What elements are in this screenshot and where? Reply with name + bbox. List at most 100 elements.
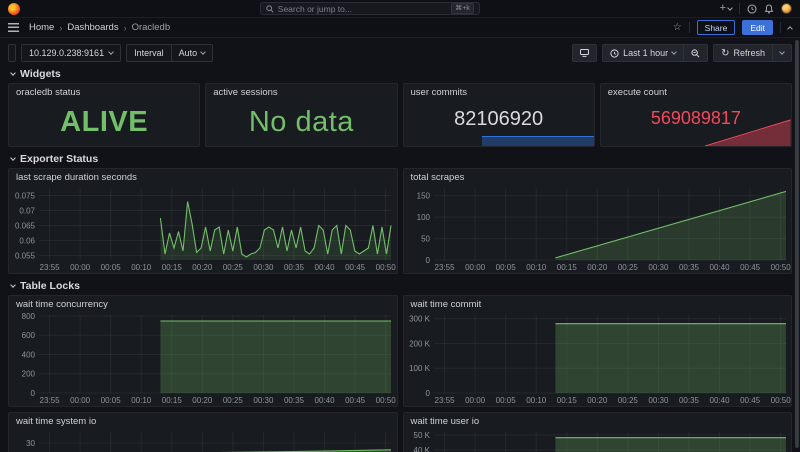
panel-title[interactable]: active sessions: [206, 84, 396, 98]
svg-text:00:05: 00:05: [101, 263, 122, 272]
search-placeholder: Search or jump to...: [278, 4, 447, 14]
chevron-down-icon: [200, 49, 206, 55]
stat-value: 82106920: [454, 108, 543, 131]
svg-text:00:25: 00:25: [617, 263, 638, 272]
panel-title[interactable]: user commits: [404, 84, 594, 98]
timeseries-chart[interactable]: 23:5500:0000:0500:1000:1500:2000:2500:30…: [404, 310, 792, 407]
svg-text:00:30: 00:30: [648, 263, 669, 272]
refresh-interval-dropdown[interactable]: [772, 45, 791, 61]
svg-text:00:45: 00:45: [345, 396, 366, 405]
svg-text:0.075: 0.075: [15, 192, 36, 201]
timeseries-chart[interactable]: 23:5500:0000:0500:1000:1500:2000:2500:30…: [404, 183, 792, 274]
svg-text:0.07: 0.07: [19, 207, 35, 216]
timeseries-chart[interactable]: 23:5500:0000:0500:1000:1500:2000:2500:30…: [9, 183, 397, 274]
section-header-table-locks[interactable]: Table Locks: [8, 279, 792, 292]
panel-title[interactable]: wait time commit: [404, 296, 792, 310]
chevron-down-icon: [671, 49, 677, 55]
svg-text:00:50: 00:50: [376, 263, 397, 272]
svg-text:600: 600: [22, 331, 36, 340]
svg-text:00:10: 00:10: [131, 396, 152, 405]
svg-text:00:10: 00:10: [526, 396, 547, 405]
svg-text:00:15: 00:15: [556, 263, 577, 272]
svg-text:00:20: 00:20: [192, 396, 213, 405]
panel-last-scrape-duration: last scrape duration seconds 23:5500:000…: [8, 168, 398, 274]
panel-title[interactable]: wait time user io: [404, 413, 792, 427]
svg-text:23:55: 23:55: [434, 396, 455, 405]
page-scrollbar[interactable]: [795, 40, 799, 448]
panel-total-scrapes: total scrapes 23:5500:0000:0500:1000:150…: [403, 168, 793, 274]
panel-title[interactable]: wait time concurrency: [9, 296, 397, 310]
time-range-picker[interactable]: Last 1 hour: [603, 45, 683, 61]
svg-text:0.065: 0.065: [15, 222, 36, 231]
svg-text:00:40: 00:40: [709, 263, 730, 272]
favorite-star-icon[interactable]: ☆: [673, 22, 682, 33]
edit-button[interactable]: Edit: [742, 20, 773, 35]
grafana-logo-icon[interactable]: [8, 3, 20, 15]
svg-text:00:05: 00:05: [495, 396, 516, 405]
svg-text:00:20: 00:20: [587, 396, 608, 405]
svg-text:23:55: 23:55: [434, 263, 455, 272]
svg-text:00:00: 00:00: [465, 396, 486, 405]
svg-text:0: 0: [31, 389, 36, 398]
breadcrumb: Home › Dashboards › Oracledb: [29, 22, 170, 33]
time-range-label: Last 1 hour: [623, 48, 668, 58]
user-avatar[interactable]: [781, 3, 792, 14]
panel-oracledb-status: oracledb status ALIVE: [8, 83, 200, 147]
zoom-out-icon: [691, 49, 700, 58]
breadcrumb-dashboards[interactable]: Dashboards: [67, 22, 118, 33]
notifications-bell-icon[interactable]: [764, 4, 774, 14]
breadcrumb-current-dashboard[interactable]: Oracledb: [132, 22, 171, 33]
timeseries-chart[interactable]: 23:5500:0000:0500:1000:1500:2000:2500:30…: [404, 427, 792, 452]
search-input[interactable]: Search or jump to... ⌘+k: [260, 2, 480, 15]
svg-text:00:00: 00:00: [70, 263, 91, 272]
refresh-button[interactable]: ↻ Refresh: [714, 45, 772, 61]
panel-title[interactable]: last scrape duration seconds: [9, 169, 397, 183]
panel-title[interactable]: execute count: [601, 84, 791, 98]
svg-text:00:40: 00:40: [315, 263, 336, 272]
breadcrumb-home[interactable]: Home: [29, 22, 54, 33]
section-header-widgets[interactable]: Widgets: [8, 67, 792, 80]
panel-user-commits: user commits 82106920: [403, 83, 595, 147]
interval-variable-control: Interval Auto: [126, 44, 213, 62]
svg-text:00:30: 00:30: [648, 396, 669, 405]
panel-wait-time-user-io: wait time user io 23:5500:0000:0500:1000…: [403, 412, 793, 452]
svg-text:0: 0: [425, 389, 430, 398]
panel-title[interactable]: oracledb status: [9, 84, 199, 98]
collapse-header-chevron-icon[interactable]: [787, 26, 793, 32]
panel-title[interactable]: total scrapes: [404, 169, 792, 183]
panel-active-sessions: active sessions No data: [205, 83, 397, 147]
svg-text:23:55: 23:55: [40, 396, 61, 405]
svg-text:00:45: 00:45: [740, 263, 761, 272]
clock-icon[interactable]: [747, 4, 757, 14]
section-header-exporter-status[interactable]: Exporter Status: [8, 152, 792, 165]
panel-title[interactable]: wait time system io: [9, 413, 397, 427]
svg-text:00:40: 00:40: [315, 396, 336, 405]
svg-text:00:20: 00:20: [587, 263, 608, 272]
interval-label: Interval: [127, 45, 171, 61]
menu-hamburger-icon[interactable]: [8, 23, 19, 32]
tv-mode-button[interactable]: [572, 44, 597, 62]
svg-text:50: 50: [421, 235, 430, 244]
table-locks-panel-row-2: wait time system io 23:5500:0000:0500:10…: [8, 412, 792, 452]
datasource-variable-dropdown[interactable]: 10.129.0.238:9161: [21, 44, 121, 62]
dashboard-header-bar: Home › Dashboards › Oracledb ☆ Share Edi…: [0, 18, 800, 38]
zoom-out-time-button[interactable]: [683, 45, 707, 61]
timeseries-chart[interactable]: 23:5500:0000:0500:1000:1500:2000:2500:30…: [9, 427, 397, 452]
grafana-dashboard: Search or jump to... ⌘+k + Home › Dashbo…: [0, 0, 800, 452]
svg-text:00:35: 00:35: [284, 263, 305, 272]
panel-wait-time-system-io: wait time system io 23:5500:0000:0500:10…: [8, 412, 398, 452]
svg-text:00:15: 00:15: [162, 263, 183, 272]
svg-text:800: 800: [22, 312, 36, 321]
timeseries-chart[interactable]: 23:5500:0000:0500:1000:1500:2000:2500:30…: [9, 310, 397, 407]
svg-text:00:45: 00:45: [740, 396, 761, 405]
share-button[interactable]: Share: [697, 20, 736, 35]
widgets-panel-row: oracledb status ALIVE active sessions No…: [8, 83, 792, 147]
panel-execute-count: execute count 569089817: [600, 83, 792, 147]
refresh-label: Refresh: [733, 48, 765, 58]
dashboard-controls-row: 10.129.0.238:9161 Interval Auto: [8, 43, 792, 63]
section-collapse-chevron-icon: [10, 70, 16, 76]
clock-icon: [610, 49, 619, 58]
add-new-button[interactable]: +: [720, 3, 732, 14]
divider: [780, 22, 781, 33]
interval-dropdown[interactable]: Auto: [171, 45, 213, 61]
